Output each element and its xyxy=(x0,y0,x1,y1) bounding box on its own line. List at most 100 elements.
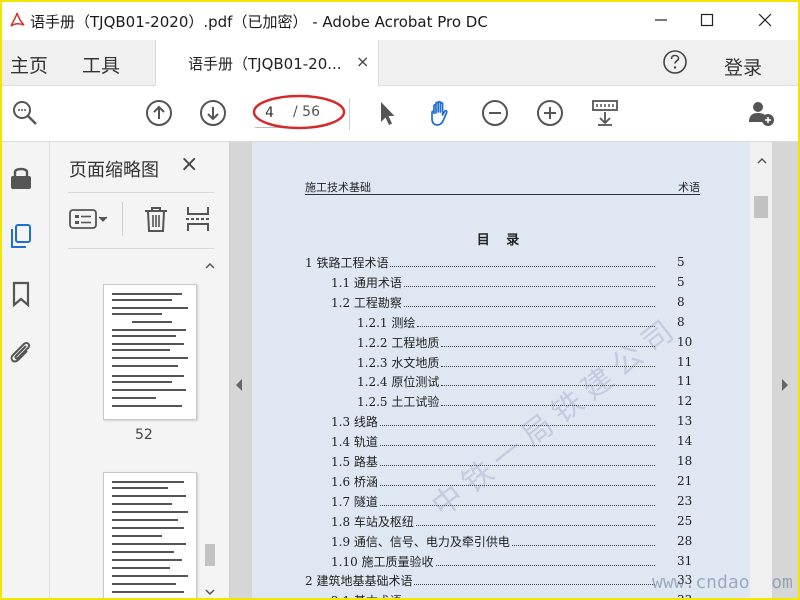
toc-entry-page: 11 xyxy=(677,374,693,389)
toc-entry[interactable]: 1.1 通用术语 xyxy=(331,273,659,291)
options-menu-icon[interactable] xyxy=(68,204,112,234)
zoom-out-icon[interactable] xyxy=(480,98,510,128)
page-number-input[interactable] xyxy=(255,98,289,128)
toc-leader-dots xyxy=(379,504,655,506)
toc-entry-page: 5 xyxy=(677,255,685,269)
page-thumbnail[interactable] xyxy=(103,472,197,598)
toc-entry-page: 28 xyxy=(677,533,693,548)
thumbnail-text-line xyxy=(112,349,170,351)
toc-leader-dots xyxy=(403,285,655,287)
close-icon xyxy=(758,13,772,27)
bookmark-icon[interactable] xyxy=(7,280,35,308)
toc-entry-page: 23 xyxy=(677,493,693,508)
toc-entry[interactable]: 1 铁路工程术语 xyxy=(305,253,659,271)
thumbnail-text-line xyxy=(112,343,184,345)
thumbnail-text-line xyxy=(112,567,170,569)
maximize-button[interactable] xyxy=(693,8,721,32)
help-icon[interactable] xyxy=(661,48,689,76)
toc-entry-label: 1.2.3 水文地质 xyxy=(357,355,440,370)
toc-entry-label: 1.2.2 工程地质 xyxy=(357,335,440,350)
thumbnail-scrollbar[interactable] xyxy=(202,254,218,598)
tab-bar: 主页 工具 语手册（TJQB01-20... × 登录 xyxy=(2,40,798,86)
zoom-in-icon[interactable] xyxy=(535,98,565,128)
lock-icon[interactable] xyxy=(7,164,35,192)
menu-tools[interactable]: 工具 xyxy=(82,51,120,78)
toc-entry-label: 1.2.4 原位测试 xyxy=(357,375,440,390)
thumbnail-text-line xyxy=(112,559,182,561)
minimize-icon xyxy=(655,19,667,21)
panel-close-icon[interactable]: × xyxy=(180,152,198,177)
toc-entry-label: 1.8 车站及枢纽 xyxy=(331,514,414,529)
document-viewer[interactable]: 施工技术基础 术语 目 录 1 铁路工程术语 5 1.1 通用术语 5 1.2 工程勘察… xyxy=(230,142,798,598)
page-thumbnails-icon[interactable] xyxy=(7,222,35,250)
toc-entry-page: 5 xyxy=(677,274,685,289)
toc-leader-dots xyxy=(390,266,655,267)
toc-entry-page: 21 xyxy=(677,473,693,488)
scroll-up-icon[interactable] xyxy=(202,260,218,272)
toc-leader-dots xyxy=(379,484,655,486)
collapse-right-panel-icon[interactable] xyxy=(780,378,790,392)
thumbnail-text-line xyxy=(112,397,156,399)
previous-page-icon[interactable] xyxy=(144,98,174,128)
toc-entry[interactable]: 2 建筑地基基础术语 xyxy=(305,571,659,589)
toc-entry-page: 25 xyxy=(677,513,693,528)
document-scrollbar[interactable] xyxy=(750,142,772,598)
thumbnail-text-line xyxy=(112,583,176,585)
toc-entry[interactable]: 1.10 施工质量验收 xyxy=(331,552,659,570)
scrollbar-thumb[interactable] xyxy=(754,196,768,218)
toc-leader-dots xyxy=(511,544,655,546)
scroll-down-icon[interactable] xyxy=(202,586,218,598)
zoom-search-icon[interactable] xyxy=(10,98,40,128)
toc-entry[interactable]: 1.3 线路 xyxy=(331,412,659,430)
toc-entry[interactable]: 1.8 车站及枢纽 xyxy=(331,512,659,530)
add-user-icon[interactable] xyxy=(746,98,776,128)
panel-tools-divider-vertical xyxy=(122,202,123,236)
page-header-right: 术语 xyxy=(678,181,700,194)
toc-entry[interactable]: 1.2 工程勘察 xyxy=(331,293,659,311)
app-window: 语手册（TJQB01-2020）.pdf（已加密） - Adobe Acroba… xyxy=(0,0,800,600)
scrollbar-thumb[interactable] xyxy=(205,544,215,566)
thumbnail-text-line xyxy=(112,381,172,383)
thumbnail-text-line xyxy=(112,543,186,545)
toc-entry[interactable]: 1.2.1 测绘 xyxy=(357,313,659,331)
thumbnail-text-line xyxy=(112,365,178,367)
thumbnail-text-line xyxy=(112,329,186,331)
toc-entry-label: 1.5 路基 xyxy=(331,455,378,469)
thumbnail-text-line xyxy=(112,511,188,513)
tab-close-icon[interactable]: × xyxy=(356,52,369,71)
login-button[interactable]: 登录 xyxy=(724,53,762,80)
thumbnail-text-line xyxy=(112,503,172,505)
panel-divider xyxy=(68,248,214,249)
select-cursor-icon[interactable] xyxy=(372,98,402,128)
toc-entry[interactable]: 1.9 通信、信号、电力及牵引供电 xyxy=(331,532,659,550)
attachment-icon[interactable] xyxy=(7,338,35,366)
document-tab[interactable]: 语手册（TJQB01-20... × xyxy=(155,40,379,86)
insert-page-icon[interactable] xyxy=(183,204,213,234)
panel-divider xyxy=(68,192,214,193)
toolbar-divider xyxy=(349,98,350,130)
trash-icon[interactable] xyxy=(141,204,171,234)
thumbnail-text-line xyxy=(112,405,182,407)
toc-entry-label: 1 铁路工程术语 xyxy=(305,256,389,270)
page-thumbnail[interactable] xyxy=(103,284,197,420)
thumbnail-text-line xyxy=(112,487,168,489)
next-page-icon[interactable] xyxy=(198,98,228,128)
title-bar: 语手册（TJQB01-2020）.pdf（已加密） - Adobe Acroba… xyxy=(2,2,798,40)
toc-entry-page: 13 xyxy=(677,414,693,429)
thumbnail-text-line xyxy=(112,481,184,483)
toc-leader-dots xyxy=(403,305,655,307)
scroll-mode-icon[interactable] xyxy=(590,98,620,128)
hand-tool-icon[interactable] xyxy=(425,98,455,128)
menu-home[interactable]: 主页 xyxy=(10,51,48,78)
minimize-button[interactable] xyxy=(647,8,675,32)
scroll-up-icon[interactable] xyxy=(756,156,768,166)
collapse-left-panel-icon[interactable] xyxy=(234,378,244,392)
thumbnail-text-line xyxy=(132,321,172,323)
close-window-button[interactable] xyxy=(751,8,779,32)
page-total: / 56 xyxy=(293,104,320,120)
toc-entry-page: 8 xyxy=(677,294,685,309)
toc-entry-label: 1.1 通用术语 xyxy=(331,275,402,290)
toc-entry[interactable]: 2.1 基本术语 xyxy=(331,591,659,598)
toc-entry[interactable]: 1.7 隧道 xyxy=(331,492,659,510)
toc-leader-dots xyxy=(415,524,655,526)
